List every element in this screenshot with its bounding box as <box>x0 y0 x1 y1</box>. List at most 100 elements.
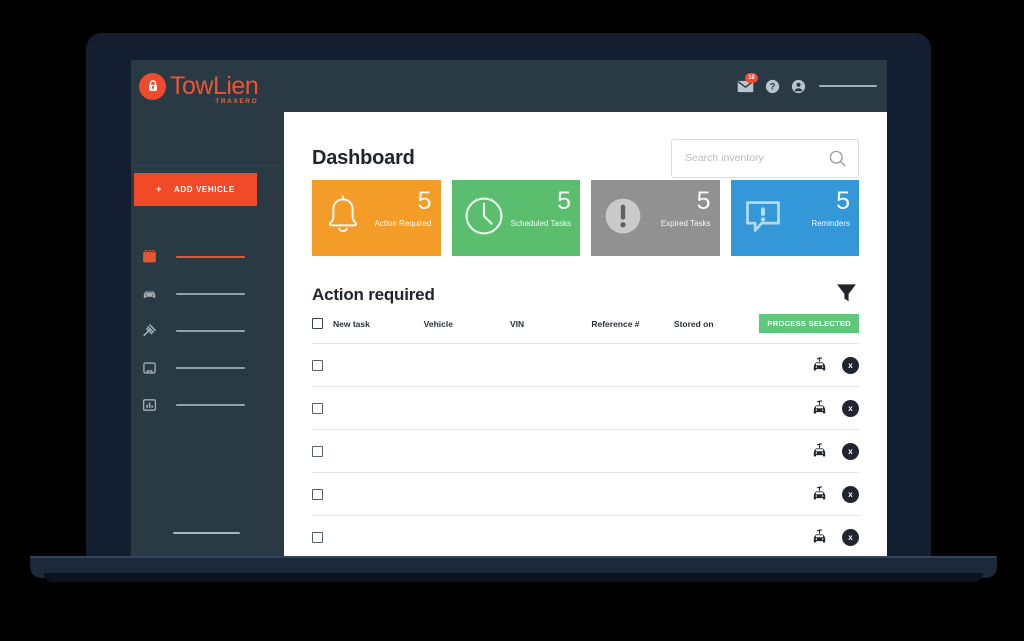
stat-value: 5 <box>836 187 850 215</box>
cell-placeholder <box>591 516 674 557</box>
cell-placeholder <box>424 430 510 473</box>
row-checkbox[interactable] <box>312 359 323 371</box>
plus-icon: + <box>156 184 163 194</box>
sidebar-item-reports[interactable] <box>131 386 284 423</box>
table-body: x x x x x <box>312 343 859 557</box>
cell-placeholder <box>674 344 759 387</box>
padlock-icon <box>139 72 166 100</box>
stat-value: 5 <box>417 187 432 215</box>
stat-card-text: 5 Expired Tasks <box>635 188 711 229</box>
cell-placeholder <box>591 387 674 430</box>
add-vehicle-button[interactable]: + ADD VEHICLE <box>134 173 257 206</box>
sidebar-item-messages[interactable] <box>131 349 284 386</box>
user-avatar-icon <box>791 79 806 93</box>
sidebar-item-auctions[interactable] <box>131 312 284 349</box>
cell-placeholder <box>424 473 510 516</box>
search-input[interactable] <box>685 152 823 164</box>
sidebar-item-vehicles[interactable] <box>131 275 284 312</box>
cell-placeholder <box>674 516 759 557</box>
column-header-vehicle[interactable]: Vehicle <box>424 314 510 344</box>
sidebar-nav <box>131 238 284 423</box>
sidebar-item-label-vehicles <box>176 292 245 295</box>
row-actions-cell: x <box>759 344 859 387</box>
brand-name: TowLien <box>170 71 259 100</box>
search-box[interactable] <box>671 138 859 178</box>
stat-label: Reminders <box>811 219 850 228</box>
tow-truck-icon[interactable] <box>810 399 829 417</box>
process-selected-button[interactable]: PROCESS SELECTED <box>759 314 859 333</box>
help-button[interactable]: ? <box>765 79 780 94</box>
table-header-row: New task Vehicle VIN Reference # Stored … <box>312 314 859 344</box>
app-logo[interactable]: TowLien TRAXERO <box>131 60 284 112</box>
table-row[interactable]: x <box>312 343 859 387</box>
message-box-icon <box>141 359 158 376</box>
stat-card-text: 5 Scheduled Tasks <box>495 188 571 229</box>
main-content: Dashboard Search inventory 5 Action Requ… <box>284 112 887 556</box>
messages-button[interactable]: 10 <box>737 72 758 93</box>
row-select-cell <box>312 516 333 557</box>
cell-placeholder <box>424 387 510 430</box>
cell-placeholder <box>510 430 591 473</box>
cell-placeholder <box>591 473 674 516</box>
remove-x-icon[interactable]: x <box>842 485 859 503</box>
app-screen: TowLien TRAXERO + ADD VEHICLE 10 ? Dashb… <box>131 60 887 556</box>
stat-card-action-required[interactable]: 5 Action Required <box>312 180 441 256</box>
table-row[interactable]: x <box>312 472 859 516</box>
action-required-table: New task Vehicle VIN Reference # Stored … <box>312 314 859 556</box>
sidebar-item-label-messages <box>176 366 245 369</box>
stat-card-expired-tasks[interactable]: 5 Expired Tasks <box>591 180 720 256</box>
dashboard-grid-icon <box>141 248 158 265</box>
cell-placeholder <box>510 473 591 516</box>
tow-truck-icon[interactable] <box>810 529 829 546</box>
row-actions: x <box>759 356 859 374</box>
stat-card-scheduled-tasks[interactable]: 5 Scheduled Tasks <box>451 180 580 256</box>
tow-truck-icon[interactable] <box>810 442 829 460</box>
row-actions-cell: x <box>759 473 859 516</box>
tow-truck-icon[interactable] <box>810 356 829 374</box>
stat-label: Scheduled Tasks <box>510 219 571 228</box>
laptop-base-edge <box>30 556 997 558</box>
column-header-new-task[interactable]: New task <box>333 314 424 344</box>
cell-new-task <box>333 387 424 430</box>
sidebar: TowLien TRAXERO + ADD VEHICLE <box>131 60 284 556</box>
table-row[interactable]: x <box>312 386 859 430</box>
column-header-stored-on[interactable]: Stored on <box>674 314 759 344</box>
table-row[interactable]: x <box>312 515 859 557</box>
stat-value: 5 <box>557 187 571 215</box>
funnel-filter-icon[interactable] <box>834 281 859 305</box>
row-actions-cell: x <box>759 387 859 430</box>
remove-x-icon[interactable]: x <box>842 442 859 460</box>
select-all-checkbox[interactable] <box>312 318 323 329</box>
table-row[interactable]: x <box>312 429 859 473</box>
cell-placeholder <box>674 430 759 473</box>
stat-card-text: 5 Reminders <box>774 188 850 229</box>
select-all-cell <box>312 314 333 344</box>
row-checkbox[interactable] <box>312 445 323 457</box>
laptop-foot <box>44 573 983 582</box>
row-select-cell <box>312 430 333 473</box>
cell-placeholder <box>674 387 759 430</box>
stat-cards: 5 Action Required 5 Scheduled Tasks 5 Ex… <box>312 180 859 256</box>
column-header-reference[interactable]: Reference # <box>591 314 674 344</box>
cell-placeholder <box>424 344 510 387</box>
remove-x-icon[interactable]: x <box>842 528 859 546</box>
row-checkbox[interactable] <box>312 402 323 414</box>
row-select-cell <box>312 387 333 430</box>
cell-new-task <box>333 516 424 557</box>
column-header-vin[interactable]: VIN <box>510 314 591 344</box>
row-checkbox[interactable] <box>312 488 323 500</box>
sidebar-divider <box>131 165 284 166</box>
row-actions: x <box>759 485 859 503</box>
sidebar-footer-placeholder <box>173 532 240 534</box>
tow-truck-icon[interactable] <box>810 485 829 503</box>
row-actions-cell: x <box>759 430 859 473</box>
remove-x-icon[interactable]: x <box>842 399 859 417</box>
row-checkbox[interactable] <box>312 531 323 543</box>
sidebar-item-dashboard[interactable] <box>131 238 284 275</box>
bar-chart-icon <box>141 396 158 413</box>
stat-card-reminders[interactable]: 5 Reminders <box>730 180 859 256</box>
remove-x-icon[interactable]: x <box>842 356 859 374</box>
table-section-header: Action required <box>312 277 859 305</box>
user-account-button[interactable] <box>791 79 806 94</box>
cell-placeholder <box>674 473 759 516</box>
